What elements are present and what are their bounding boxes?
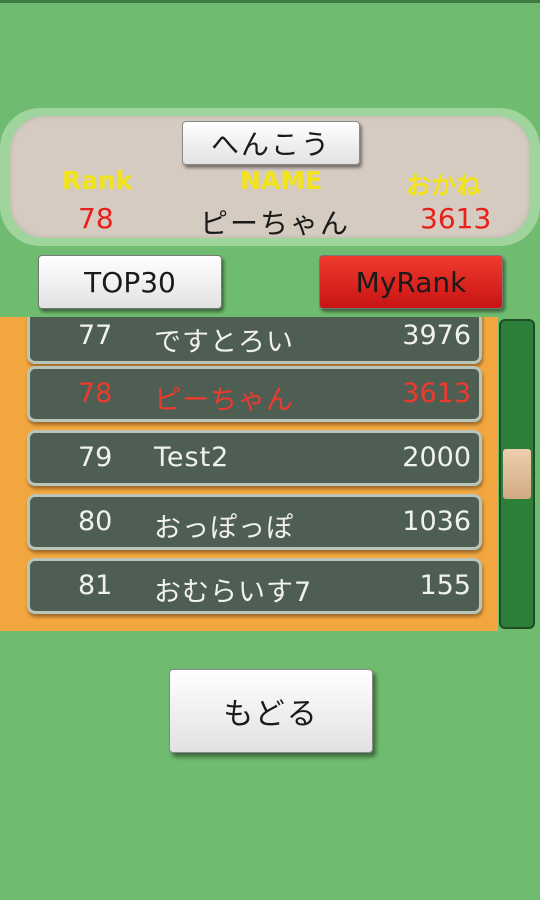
row-money: 155 [419, 570, 471, 601]
ranking-row[interactable]: 80 おっぽっぽ 1036 [27, 494, 482, 550]
player-name-value: ピーちゃん [200, 207, 351, 240]
player-rank-value: 78 [78, 202, 114, 235]
row-name: おむらいす7 [154, 577, 313, 608]
rank-label: Rank [62, 166, 133, 195]
ranking-row-highlighted[interactable]: 78 ピーちゃん 3613 [27, 366, 482, 422]
scrollbar-thumb[interactable] [503, 449, 531, 499]
row-money: 3613 [402, 378, 471, 409]
row-money: 2000 [402, 442, 471, 473]
back-button[interactable]: もどる [169, 669, 373, 753]
row-rank: 78 [78, 378, 113, 409]
ranking-row[interactable]: 77 ですとろい 3976 [27, 317, 482, 364]
row-rank: 80 [78, 506, 113, 537]
scrollbar-track[interactable] [499, 319, 535, 629]
row-name: おっぽっぽ [154, 513, 294, 544]
change-button[interactable]: へんこう [182, 121, 360, 165]
ranking-row[interactable]: 79 Test2 2000 [27, 430, 482, 486]
player-money-value: 3613 [420, 202, 492, 235]
row-name: ですとろい [154, 327, 294, 358]
top30-button[interactable]: TOP30 [38, 255, 222, 309]
row-money: 3976 [402, 320, 471, 351]
row-name: ピーちゃん [154, 385, 294, 416]
myrank-button[interactable]: MyRank [319, 255, 503, 309]
row-rank: 81 [78, 570, 113, 601]
row-rank: 79 [78, 442, 113, 473]
money-label: おかね [406, 171, 482, 200]
name-label: NAME [240, 166, 323, 195]
row-rank: 77 [78, 320, 113, 351]
row-name: Test2 [154, 442, 230, 473]
ranking-row[interactable]: 81 おむらいす7 155 [27, 558, 482, 614]
top-divider [0, 0, 540, 3]
ranking-list[interactable]: 77 ですとろい 3976 78 ピーちゃん 3613 79 Test2 200… [0, 317, 498, 631]
row-money: 1036 [402, 506, 471, 537]
